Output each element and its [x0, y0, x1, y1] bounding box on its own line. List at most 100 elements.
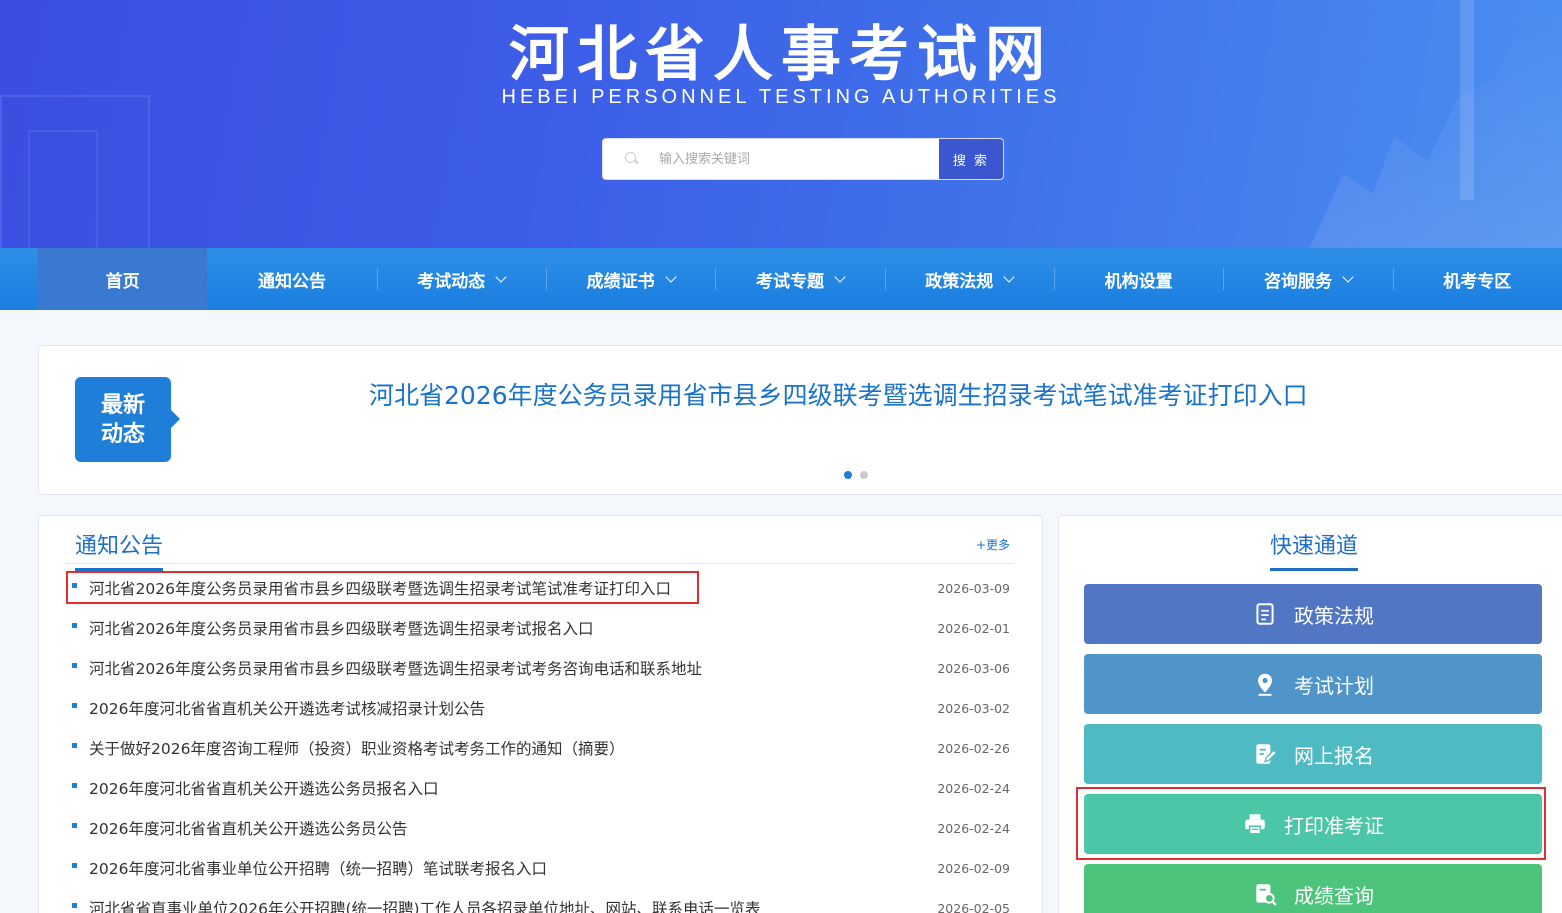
nav-label: 成绩证书 [586, 271, 655, 292]
quick-button-score-query[interactable]: 成绩查询 [1084, 864, 1542, 913]
banner-building-decoration [28, 130, 98, 248]
latest-news-slider: 最新 动态 河北省2026年度公务员录用省市县乡四级联考暨选调生招录考试笔试准考… [38, 345, 1562, 495]
nav-item-computer-exam[interactable]: 机考专区 [1392, 248, 1562, 310]
slider-dot[interactable] [844, 471, 852, 479]
nav-label: 政策法规 [925, 271, 994, 292]
chevron-down-icon [495, 271, 507, 283]
quick-button-online-registration[interactable]: 网上报名 [1084, 724, 1542, 784]
search-box: 搜 索 [602, 138, 1004, 180]
notices-panel: 通知公告 +更多 河北省2026年度公务员录用省市县乡四级联考暨选调生招录考试笔… [38, 515, 1043, 913]
bullet-icon [72, 702, 77, 708]
site-title: 河北省人事考试网 [509, 20, 1053, 90]
slider-pagination [844, 471, 868, 479]
bullet-icon [72, 622, 77, 628]
edit-form-icon [1256, 744, 1278, 764]
latest-news-badge: 最新 动态 [75, 377, 180, 462]
quick-button-label: 成绩查询 [1294, 883, 1374, 908]
nav-label: 机考专区 [1443, 271, 1512, 292]
notice-title: 河北省2026年度公务员录用省市县乡四级联考暨选调生招录考试笔试准考证打印入口 [89, 580, 671, 598]
notice-date: 2026-02-24 [937, 780, 1010, 796]
list-item[interactable]: 河北省省直事业单位2026年公开招聘(统一招聘)工作人员各招录单位地址、网站、联… [72, 888, 1012, 913]
bullet-icon [72, 862, 77, 868]
notice-link[interactable]: 2026年度河北省事业单位公开招聘（统一招聘）笔试联考报名入口 [72, 857, 937, 879]
bullet-icon [72, 902, 77, 908]
bullet-icon [72, 582, 77, 588]
notice-link[interactable]: 河北省2026年度公务员录用省市县乡四级联考暨选调生招录考试笔试准考证打印入口 [72, 577, 937, 599]
search-document-icon [1256, 884, 1277, 906]
notice-title: 2026年度河北省省直机关公开遴选考试核减招录计划公告 [89, 700, 485, 718]
notice-date: 2026-02-24 [937, 820, 1010, 836]
bullet-icon [72, 662, 77, 668]
quick-channel-title: 快速通道 [1270, 528, 1359, 571]
document-icon [1256, 603, 1274, 625]
notice-date: 2026-02-09 [937, 860, 1010, 876]
quick-button-exam-plan[interactable]: 考试计划 [1084, 654, 1542, 714]
main-nav: 首页 通知公告 考试动态 成绩证书 考试专题 政策法规 机构设置 咨询服务 机考… [0, 248, 1562, 310]
chevron-down-icon [1003, 271, 1015, 283]
nav-label: 咨询服务 [1263, 271, 1332, 292]
list-item[interactable]: 河北省2026年度公务员录用省市县乡四级联考暨选调生招录考试考务咨询电话和联系地… [72, 648, 1012, 688]
location-pin-icon [1257, 673, 1273, 696]
notice-date: 2026-03-02 [937, 700, 1010, 716]
list-item[interactable]: 关于做好2026年度咨询工程师（投资）职业资格考试考务工作的通知（摘要） 202… [72, 728, 1012, 768]
notice-date: 2026-03-09 [937, 580, 1010, 596]
nav-item-scores-certificates[interactable]: 成绩证书 [545, 248, 715, 310]
notice-link[interactable]: 河北省2026年度公务员录用省市县乡四级联考暨选调生招录考试考务咨询电话和联系地… [72, 657, 937, 679]
list-item[interactable]: 河北省2026年度公务员录用省市县乡四级联考暨选调生招录考试笔试准考证打印入口 … [66, 568, 1012, 608]
list-item[interactable]: 河北省2026年度公务员录用省市县乡四级联考暨选调生招录考试报名入口 2026-… [72, 608, 1012, 648]
quick-button-label: 网上报名 [1294, 743, 1374, 768]
search-icon [625, 152, 639, 166]
badge-label: 最新 动态 [100, 392, 145, 447]
nav-label: 首页 [105, 271, 140, 292]
quick-button-label: 考试计划 [1294, 673, 1374, 698]
notice-list: 河北省2026年度公务员录用省市县乡四级联考暨选调生招录考试笔试准考证打印入口 … [66, 568, 1012, 913]
more-link[interactable]: +更多 [976, 536, 1010, 553]
quick-button-label: 打印准考证 [1284, 813, 1384, 838]
notice-title: 2026年度河北省省直机关公开遴选公务员公告 [89, 820, 408, 838]
search-button[interactable]: 搜 索 [939, 139, 1003, 179]
nav-label: 机构设置 [1104, 271, 1173, 292]
nav-item-policies[interactable]: 政策法规 [884, 248, 1054, 310]
notice-link[interactable]: 2026年度河北省省直机关公开遴选公务员报名入口 [72, 777, 937, 799]
list-item[interactable]: 2026年度河北省事业单位公开招聘（统一招聘）笔试联考报名入口 2026-02-… [72, 848, 1012, 888]
slider-headline-link[interactable]: 河北省2026年度公务员录用省市县乡四级联考暨选调生招录考试笔试准考证打印入口 [369, 376, 1308, 412]
chevron-down-icon [834, 271, 846, 283]
notice-link[interactable]: 关于做好2026年度咨询工程师（投资）职业资格考试考务工作的通知（摘要） [72, 737, 937, 759]
list-item[interactable]: 2026年度河北省省直机关公开遴选考试核减招录计划公告 2026-03-02 [72, 688, 1012, 728]
nav-item-consulting[interactable]: 咨询服务 [1223, 248, 1392, 310]
notice-link[interactable]: 河北省2026年度公务员录用省市县乡四级联考暨选调生招录考试报名入口 [72, 617, 937, 639]
nav-label: 考试专题 [755, 271, 824, 292]
nav-item-notices[interactable]: 通知公告 [207, 248, 376, 310]
printer-icon [1245, 814, 1265, 835]
chevron-down-icon [1342, 271, 1354, 283]
list-item[interactable]: 2026年度河北省省直机关公开遴选公务员公告 2026-02-24 [72, 808, 1012, 848]
notices-panel-title: 通知公告 [75, 528, 164, 571]
nav-item-exam-topics[interactable]: 考试专题 [715, 248, 884, 310]
list-item[interactable]: 2026年度河北省省直机关公开遴选公务员报名入口 2026-02-24 [72, 768, 1012, 808]
notice-title: 关于做好2026年度咨询工程师（投资）职业资格考试考务工作的通知（摘要） [89, 740, 625, 758]
nav-item-exam-news[interactable]: 考试动态 [376, 248, 546, 310]
notice-title: 2026年度河北省事业单位公开招聘（统一招聘）笔试联考报名入口 [89, 860, 547, 878]
quick-button-policies[interactable]: 政策法规 [1084, 584, 1542, 644]
notice-title: 河北省省直事业单位2026年公开招聘(统一招聘)工作人员各招录单位地址、网站、联… [89, 900, 761, 913]
search-input[interactable] [659, 151, 939, 167]
nav-label: 通知公告 [257, 271, 326, 292]
nav-label: 考试动态 [417, 271, 486, 292]
bullet-icon [72, 782, 77, 788]
notice-link[interactable]: 2026年度河北省省直机关公开遴选考试核减招录计划公告 [72, 697, 937, 719]
notice-link[interactable]: 2026年度河北省省直机关公开遴选公务员公告 [72, 817, 937, 839]
nav-item-organization[interactable]: 机构设置 [1053, 248, 1223, 310]
nav-item-home[interactable]: 首页 [38, 248, 208, 310]
header-banner: 河北省人事考试网 HEBEI PERSONNEL TESTING AUTHORI… [0, 0, 1562, 248]
bullet-icon [72, 822, 77, 828]
slider-dot[interactable] [860, 471, 868, 479]
chevron-down-icon [664, 271, 677, 283]
notices-panel-header: 通知公告 +更多 [64, 516, 1014, 571]
notice-date: 2026-02-01 [937, 620, 1010, 636]
notice-date: 2026-02-26 [937, 740, 1010, 756]
notice-title: 2026年度河北省省直机关公开遴选公务员报名入口 [89, 780, 439, 798]
notice-title: 河北省2026年度公务员录用省市县乡四级联考暨选调生招录考试考务咨询电话和联系地… [89, 660, 702, 678]
notice-link[interactable]: 河北省省直事业单位2026年公开招聘(统一招聘)工作人员各招录单位地址、网站、联… [72, 897, 937, 913]
quick-button-print-admission-ticket[interactable]: 打印准考证 [1084, 794, 1542, 854]
notice-title: 河北省2026年度公务员录用省市县乡四级联考暨选调生招录考试报名入口 [89, 620, 594, 638]
